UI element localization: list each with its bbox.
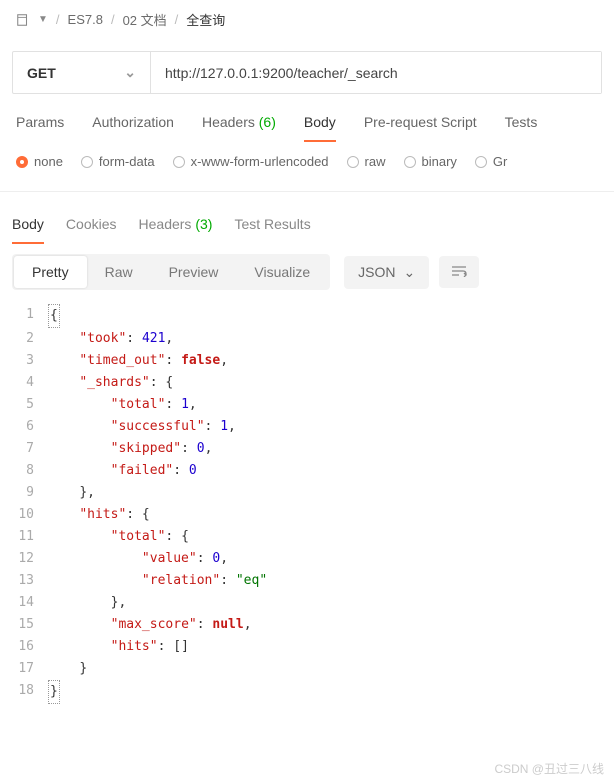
line-number: 13: [12, 570, 48, 592]
line-number: 2: [12, 328, 48, 350]
line-number: 1: [12, 304, 48, 328]
tab-tests[interactable]: Tests: [505, 114, 538, 142]
breadcrumb-folder[interactable]: 02 文档: [123, 10, 167, 29]
tab-prerequest[interactable]: Pre-request Script: [364, 114, 477, 142]
resp-tab-cookies[interactable]: Cookies: [66, 216, 117, 244]
line-number: 11: [12, 526, 48, 548]
wrap-icon: [451, 265, 467, 277]
line-number: 17: [12, 658, 48, 680]
line-number: 18: [12, 680, 48, 704]
request-tabs: Params Authorization Headers (6) Body Pr…: [0, 94, 614, 142]
code-brace: }: [48, 680, 60, 704]
radio-raw[interactable]: raw: [347, 154, 386, 169]
breadcrumb-sep: /: [175, 12, 179, 27]
response-body[interactable]: 1{ 2 "took": 421, 3 "timed_out": false, …: [0, 300, 614, 720]
radio-urlencoded[interactable]: x-www-form-urlencoded: [173, 154, 329, 169]
line-number: 3: [12, 350, 48, 372]
line-number: 10: [12, 504, 48, 526]
breadcrumb-sep: /: [56, 12, 60, 27]
view-mode-group: Pretty Raw Preview Visualize: [12, 254, 330, 290]
breadcrumb-current: 全查询: [186, 10, 225, 29]
radio-none[interactable]: none: [16, 154, 63, 169]
line-number: 15: [12, 614, 48, 636]
line-number: 14: [12, 592, 48, 614]
breadcrumb: ▼ / ES7.8 / 02 文档 / 全查询: [0, 0, 614, 39]
breadcrumb-sep: /: [111, 12, 115, 27]
tab-params[interactable]: Params: [16, 114, 64, 142]
method-label: GET: [27, 65, 56, 81]
radio-dot-icon: [475, 156, 487, 168]
view-controls: Pretty Raw Preview Visualize JSON ⌄: [0, 244, 614, 300]
resp-tab-body[interactable]: Body: [12, 216, 44, 244]
method-select[interactable]: GET ⌄: [13, 52, 151, 93]
radio-dot-icon: [173, 156, 185, 168]
watermark: CSDN @丑过三八线: [494, 760, 604, 777]
wrap-lines-button[interactable]: [439, 256, 479, 288]
radio-dot-icon: [404, 156, 416, 168]
view-visualize[interactable]: Visualize: [236, 256, 328, 288]
tab-body[interactable]: Body: [304, 114, 336, 142]
chevron-down-icon[interactable]: ▼: [38, 14, 48, 25]
code-brace: {: [48, 304, 60, 328]
resp-tab-headers[interactable]: Headers (3): [139, 216, 213, 244]
line-number: 12: [12, 548, 48, 570]
body-type-row: none form-data x-www-form-urlencoded raw…: [0, 142, 614, 192]
chevron-down-icon: ⌄: [404, 264, 416, 281]
tab-headers[interactable]: Headers (6): [202, 114, 276, 142]
radio-dot-icon: [347, 156, 359, 168]
response-tabs: Body Cookies Headers (3) Test Results: [0, 192, 614, 244]
radio-binary[interactable]: binary: [404, 154, 457, 169]
breadcrumb-root[interactable]: ES7.8: [68, 12, 103, 27]
radio-dot-icon: [81, 156, 93, 168]
resp-tab-test-results[interactable]: Test Results: [234, 216, 310, 244]
line-number: 7: [12, 438, 48, 460]
line-number: 9: [12, 482, 48, 504]
line-number: 16: [12, 636, 48, 658]
view-pretty[interactable]: Pretty: [14, 256, 87, 288]
view-preview[interactable]: Preview: [151, 256, 237, 288]
view-raw[interactable]: Raw: [87, 256, 151, 288]
line-number: 6: [12, 416, 48, 438]
radio-form-data[interactable]: form-data: [81, 154, 155, 169]
file-icon: [16, 13, 30, 27]
url-input[interactable]: [151, 52, 601, 93]
radio-graphql[interactable]: Gr: [475, 154, 507, 169]
tab-authorization[interactable]: Authorization: [92, 114, 174, 142]
line-number: 4: [12, 372, 48, 394]
line-number: 5: [12, 394, 48, 416]
line-number: 8: [12, 460, 48, 482]
format-select[interactable]: JSON ⌄: [344, 256, 429, 289]
radio-dot-icon: [16, 156, 28, 168]
chevron-down-icon: ⌄: [124, 64, 136, 81]
request-row: GET ⌄: [12, 51, 602, 94]
